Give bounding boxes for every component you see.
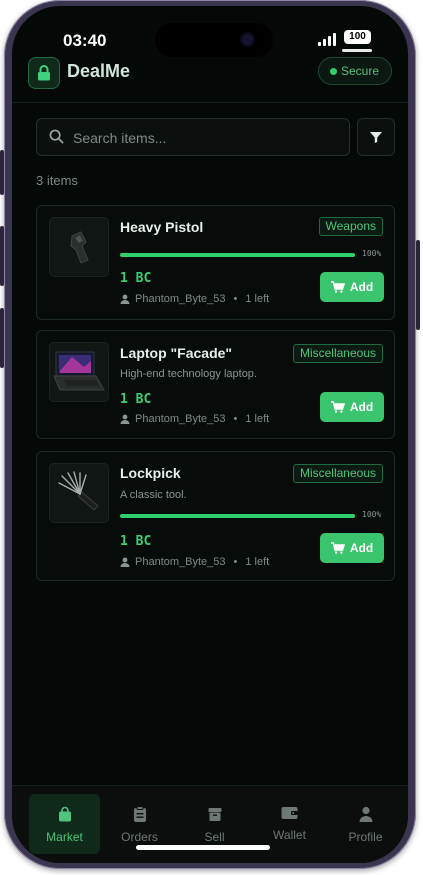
progress-bar — [120, 253, 355, 257]
tab-market[interactable]: Market — [29, 794, 100, 854]
item-price: 1 BC — [120, 392, 152, 407]
category-badge: Miscellaneous — [292, 464, 383, 483]
laptop-icon — [53, 351, 105, 391]
seller-name: Phantom_Byte_53 — [135, 413, 226, 425]
category-badge: Miscellaneous — [292, 344, 383, 363]
item-price: 1 BC — [120, 271, 152, 286]
status-time: 03:40 — [63, 31, 107, 50]
seller-name: Phantom_Byte_53 — [135, 556, 226, 568]
battery-icon: 100 — [344, 30, 371, 44]
tab-label: Wallet — [273, 828, 306, 842]
product-card: Lockpick Miscellaneous A classic tool. 1… — [36, 451, 395, 581]
progress-percent: 100% — [362, 249, 382, 258]
wallet-icon — [281, 807, 298, 819]
tab-label: Profile — [348, 830, 383, 844]
cart-icon — [330, 281, 345, 293]
item-description: A classic tool. — [120, 489, 187, 501]
seller-info: Phantom_Byte_53 • 1 left — [120, 413, 269, 425]
item-name: Lockpick — [120, 465, 181, 481]
screen: 03:40 100 DealMe Secure Search items... … — [12, 6, 408, 863]
product-card: Heavy Pistol Weapons 100% 1 BC Phantom_B… — [36, 205, 395, 320]
tab-label: Sell — [204, 830, 225, 844]
item-price: 1 BC — [120, 534, 152, 549]
phone-frame: 03:40 100 DealMe Secure Search items... … — [0, 0, 420, 869]
user-icon — [120, 414, 130, 424]
item-name: Heavy Pistol — [120, 219, 204, 235]
filter-button[interactable] — [357, 118, 395, 156]
search-icon — [49, 129, 64, 144]
dynamic-island — [155, 23, 273, 57]
tab-label: Market — [46, 830, 83, 844]
product-card: Laptop "Facade" Miscellaneous High-end t… — [36, 330, 395, 439]
signal-icon — [318, 33, 342, 46]
brand-name: DealMe — [67, 61, 131, 81]
stock-count: 1 left — [245, 293, 270, 305]
add-label: Add — [349, 541, 374, 555]
item-name: Laptop "Facade" — [120, 345, 233, 361]
progress-fill — [120, 253, 355, 257]
add-to-cart-button[interactable]: Add — [320, 533, 384, 563]
tab-label: Orders — [121, 830, 158, 844]
separator-dot: • — [233, 556, 238, 568]
item-description: High-end technology laptop. — [120, 368, 257, 380]
cart-icon — [330, 542, 345, 554]
category-badge: Weapons — [318, 217, 383, 236]
cart-icon — [330, 401, 345, 413]
stock-count: 1 left — [245, 413, 270, 425]
bottom-tab-bar: Market Orders Sell Wallet Profile — [12, 785, 408, 863]
action-button — [0, 150, 4, 195]
tab-profile[interactable]: Profile — [330, 794, 401, 854]
product-image — [49, 342, 109, 402]
user-icon — [120, 557, 130, 567]
seller-info: Phantom_Byte_53 • 1 left — [120, 556, 269, 568]
filter-icon — [370, 132, 382, 143]
separator-dot: • — [233, 293, 238, 305]
add-label: Add — [349, 400, 374, 414]
search-input[interactable] — [71, 119, 345, 157]
volume-down-button — [0, 308, 4, 368]
battery-underline — [342, 49, 372, 52]
secure-label: Secure — [341, 64, 380, 78]
product-image — [49, 463, 109, 523]
progress-bar — [120, 514, 355, 518]
pistol-icon — [70, 231, 89, 264]
clipboard-icon — [133, 806, 146, 822]
user-icon — [120, 294, 130, 304]
seller-info: Phantom_Byte_53 • 1 left — [120, 293, 269, 305]
product-image — [49, 217, 109, 277]
logo — [28, 57, 60, 89]
seller-name: Phantom_Byte_53 — [135, 293, 226, 305]
secure-badge: Secure — [318, 57, 393, 85]
app-header: DealMe Secure — [12, 54, 408, 103]
user-icon — [359, 806, 372, 822]
separator-dot: • — [233, 413, 238, 425]
volume-up-button — [0, 226, 4, 286]
box-icon — [208, 808, 221, 821]
progress-percent: 100% — [362, 510, 382, 519]
status-dot-icon — [330, 68, 337, 75]
add-label: Add — [349, 280, 374, 294]
power-button — [416, 240, 420, 330]
bag-icon — [58, 806, 71, 822]
stock-count: 1 left — [245, 556, 270, 568]
add-to-cart-button[interactable]: Add — [320, 392, 384, 422]
home-indicator[interactable] — [136, 845, 270, 850]
camera-icon — [242, 34, 253, 45]
results-count: 3 items — [36, 173, 78, 188]
search-box[interactable] — [36, 118, 350, 157]
lock-icon — [38, 65, 50, 81]
lockpick-icon — [58, 471, 99, 511]
progress-fill — [120, 514, 355, 518]
add-to-cart-button[interactable]: Add — [320, 272, 384, 302]
